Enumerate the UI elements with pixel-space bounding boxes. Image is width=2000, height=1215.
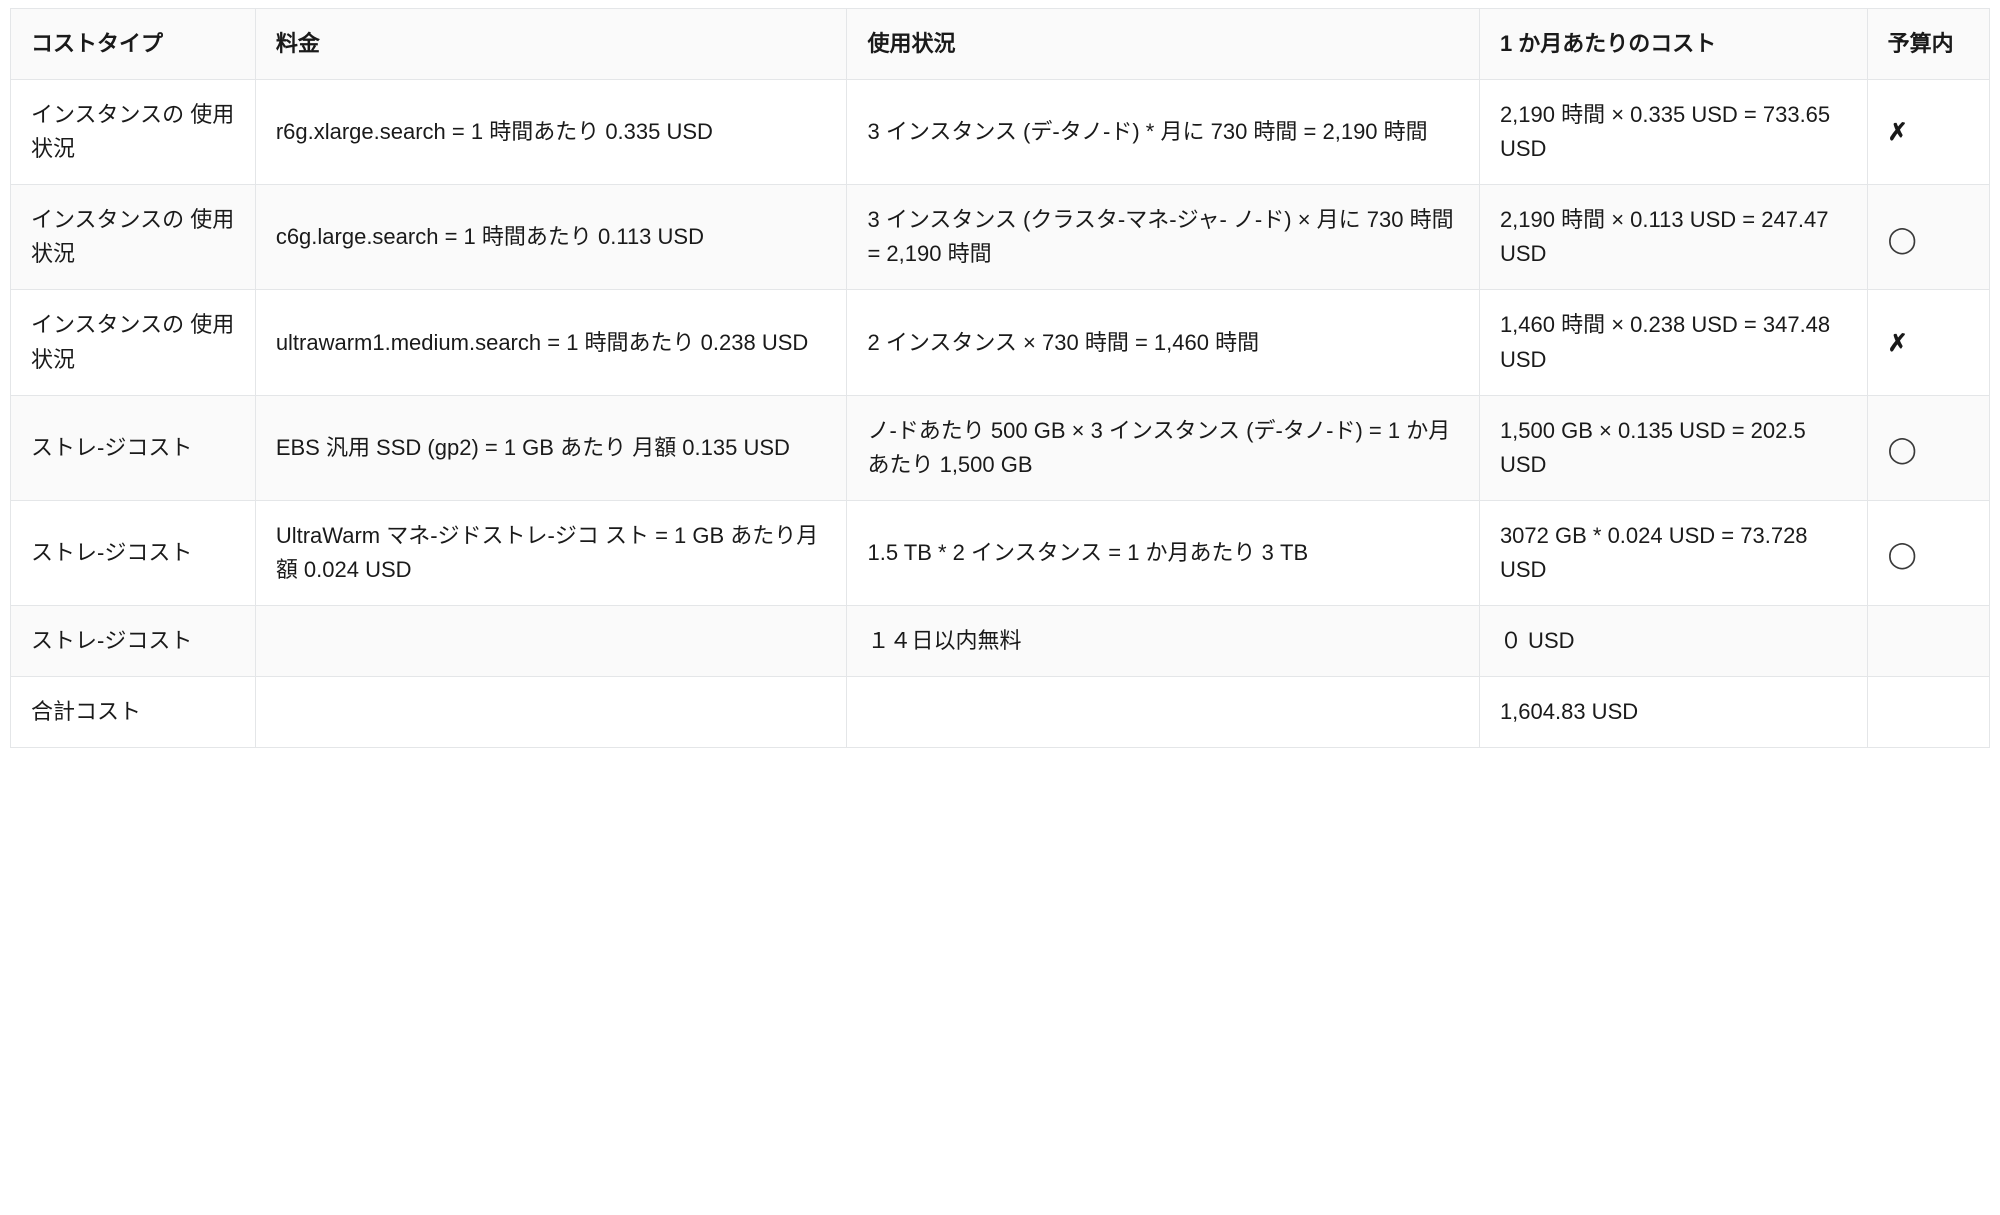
table-row: 合計コスト 1,604.83 USD [11, 677, 1990, 748]
cell-monthly: ０ USD [1479, 606, 1867, 677]
cell-monthly: 3072 GB * 0.024 USD = 73.728 USD [1479, 500, 1867, 605]
table-row: インスタンスの 使用状況ultrawarm1.medium.search = 1… [11, 290, 1990, 395]
cell-usage [847, 677, 1479, 748]
col-header-price: 料金 [255, 9, 847, 80]
cell-budget [1867, 677, 1989, 748]
cell-monthly: 1,604.83 USD [1479, 677, 1867, 748]
circle-icon: ◯ [1888, 436, 1917, 462]
col-header-monthly: 1 か月あたりのコスト [1479, 9, 1867, 80]
cell-cost-type: ストレ-ジコスト [11, 500, 256, 605]
cell-monthly: 2,190 時間 × 0.113 USD = 247.47 USD [1479, 185, 1867, 290]
cell-cost-type: インスタンスの 使用状況 [11, 290, 256, 395]
cell-monthly: 1,500 GB × 0.135 USD = 202.5 USD [1479, 395, 1867, 500]
circle-icon: ◯ [1888, 541, 1917, 567]
cost-table: コストタイプ 料金 使用状況 1 か月あたりのコスト 予算内 インスタンスの 使… [10, 8, 1990, 748]
table-body: インスタンスの 使用状況r6g.xlarge.search = 1 時間あたり … [11, 80, 1990, 748]
table-row: ストレ-ジコストEBS 汎用 SSD (gp2) = 1 GB あたり 月額 0… [11, 395, 1990, 500]
cell-price: r6g.xlarge.search = 1 時間あたり 0.335 USD [255, 80, 847, 185]
cell-budget: ◯ [1867, 500, 1989, 605]
cell-cost-type: インスタンスの 使用状況 [11, 80, 256, 185]
cell-price: ultrawarm1.medium.search = 1 時間あたり 0.238… [255, 290, 847, 395]
cell-price [255, 606, 847, 677]
table-header-row: コストタイプ 料金 使用状況 1 か月あたりのコスト 予算内 [11, 9, 1990, 80]
cell-usage: 3 インスタンス (クラスタ-マネ-ジャ- ノ-ド) × 月に 730 時間 =… [847, 185, 1479, 290]
cell-usage: １４日以内無料 [847, 606, 1479, 677]
cell-cost-type: 合計コスト [11, 677, 256, 748]
table-row: ストレ-ジコスト １４日以内無料０ USD [11, 606, 1990, 677]
cell-usage: ノ-ドあたり 500 GB × 3 インスタンス (デ-タノ-ド) = 1 か月… [847, 395, 1479, 500]
cell-cost-type: ストレ-ジコスト [11, 606, 256, 677]
cell-budget: ✗ [1867, 80, 1989, 185]
cell-usage: 1.5 TB * 2 インスタンス = 1 か月あたり 3 TB [847, 500, 1479, 605]
cell-cost-type: ストレ-ジコスト [11, 395, 256, 500]
x-icon: ✗ [1888, 332, 1908, 356]
cell-budget: ✗ [1867, 290, 1989, 395]
cell-price: EBS 汎用 SSD (gp2) = 1 GB あたり 月額 0.135 USD [255, 395, 847, 500]
cell-budget [1867, 606, 1989, 677]
cell-monthly: 2,190 時間 × 0.335 USD = 733.65 USD [1479, 80, 1867, 185]
cell-budget: ◯ [1867, 185, 1989, 290]
col-header-usage: 使用状況 [847, 9, 1479, 80]
x-icon: ✗ [1888, 121, 1908, 145]
col-header-budget: 予算内 [1867, 9, 1989, 80]
cell-monthly: 1,460 時間 × 0.238 USD = 347.48 USD [1479, 290, 1867, 395]
circle-icon: ◯ [1888, 226, 1917, 252]
cell-price: UltraWarm マネ-ジドストレ-ジコ スト = 1 GB あたり月額 0.… [255, 500, 847, 605]
cell-price: c6g.large.search = 1 時間あたり 0.113 USD [255, 185, 847, 290]
cell-budget: ◯ [1867, 395, 1989, 500]
cell-usage: 2 インスタンス × 730 時間 = 1,460 時間 [847, 290, 1479, 395]
cell-price [255, 677, 847, 748]
table-row: インスタンスの 使用状況r6g.xlarge.search = 1 時間あたり … [11, 80, 1990, 185]
table-row: インスタンスの 使用状況c6g.large.search = 1 時間あたり 0… [11, 185, 1990, 290]
table-row: ストレ-ジコストUltraWarm マネ-ジドストレ-ジコ スト = 1 GB … [11, 500, 1990, 605]
cell-usage: 3 インスタンス (デ-タノ-ド) * 月に 730 時間 = 2,190 時間 [847, 80, 1479, 185]
col-header-cost-type: コストタイプ [11, 9, 256, 80]
cell-cost-type: インスタンスの 使用状況 [11, 185, 256, 290]
